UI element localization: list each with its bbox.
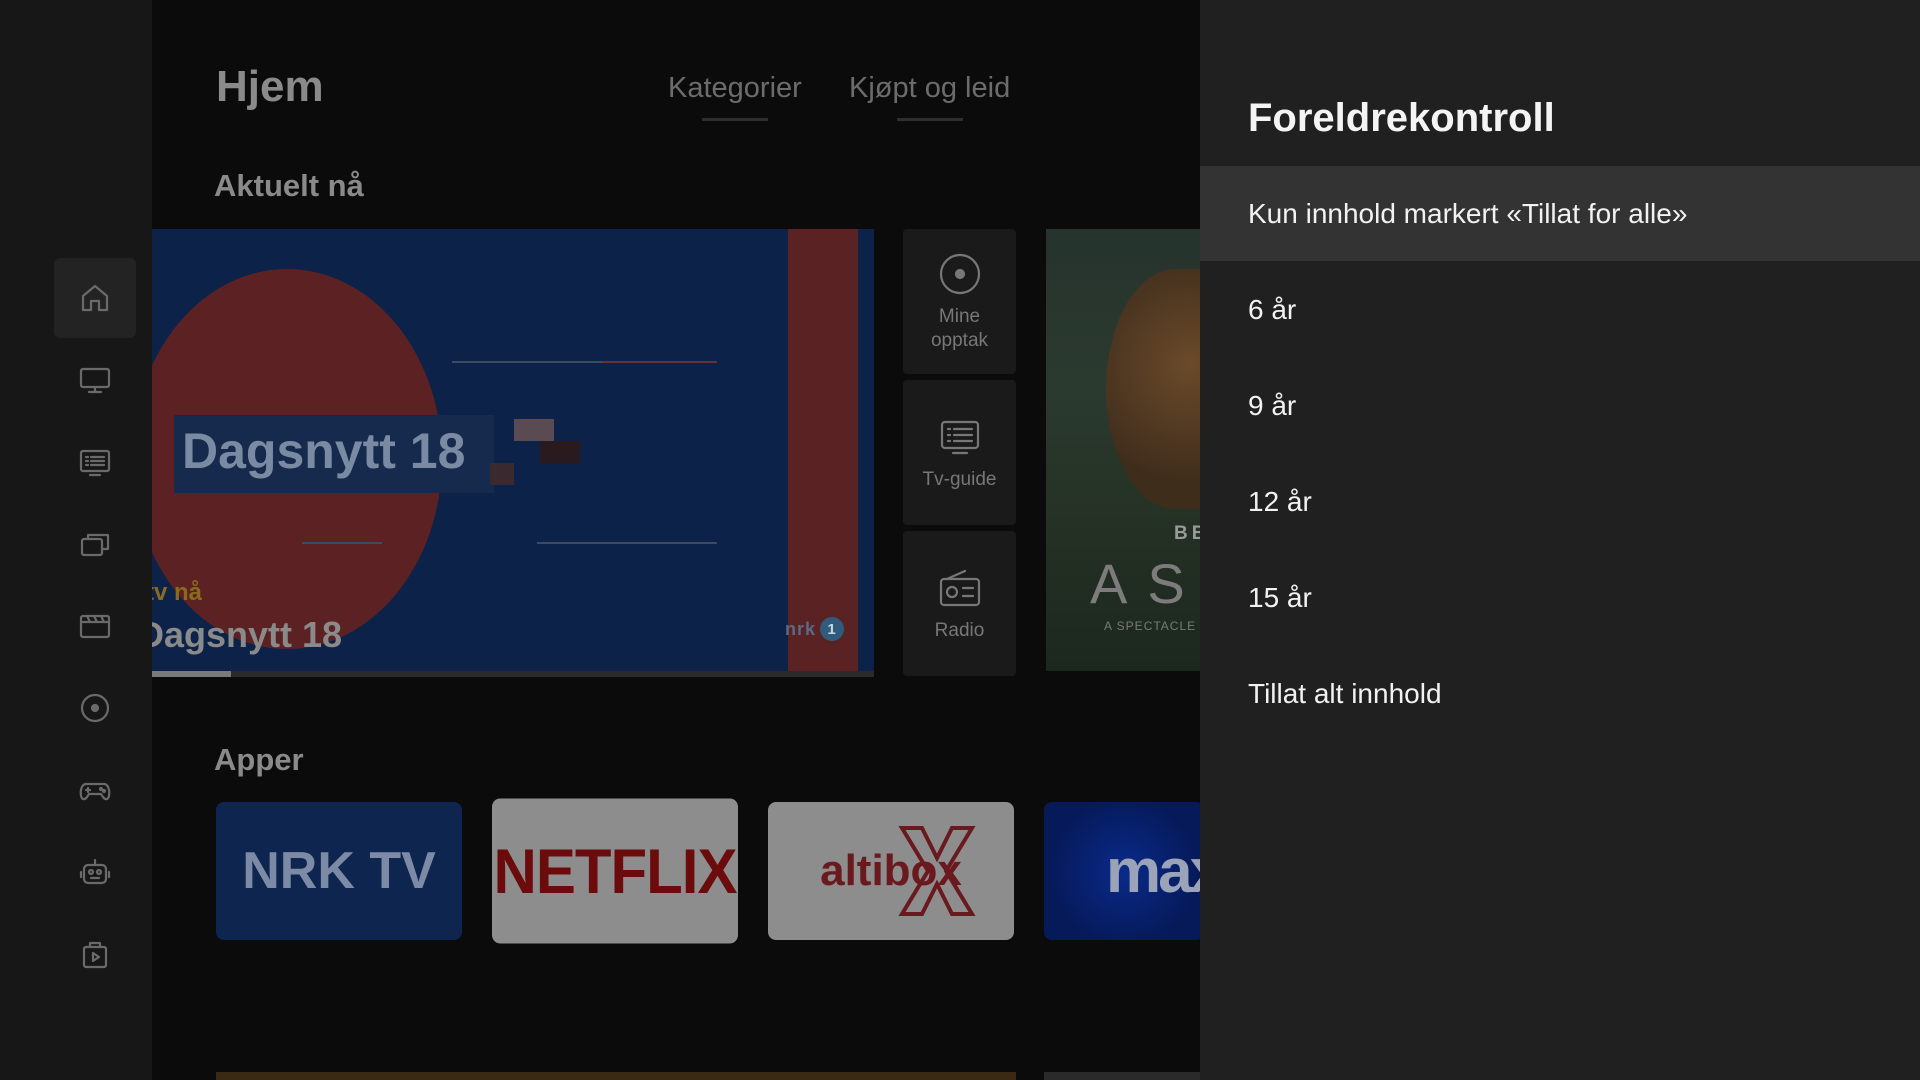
app-logo-text: max [1106,836,1200,906]
app-logo-text: NRK TV [242,842,436,900]
channel-number: 1 [820,617,844,641]
app-logo-text: altibox [820,846,962,895]
option-label: 6 år [1248,293,1297,325]
hero-graphic-line [602,361,717,363]
sidebar-item-home[interactable] [54,258,136,338]
panel-title: Foreldrekontroll [1248,96,1555,140]
tv-guide-icon [79,449,111,477]
sidebar-item-store[interactable] [54,914,136,994]
shortcut-my-recordings[interactable]: Mine opptak [903,229,1016,374]
shortcut-radio[interactable]: Radio [903,531,1016,676]
radio-icon [939,569,980,606]
page-title: Hjem [216,62,324,111]
option-age-6[interactable]: 6 år [1200,262,1920,357]
tv-icon [79,367,111,394]
robot-icon [79,858,111,885]
channel-logo: nrk 1 [785,617,844,641]
hero-graphic-glitch [514,419,554,441]
sidebar-item-movies[interactable] [54,586,136,666]
option-age-15[interactable]: 15 år [1200,550,1920,645]
option-label: Kun innhold markert «Tillat for alle» [1248,197,1688,229]
sidebar-item-games[interactable] [54,750,136,830]
hero-graphic-line [302,542,382,544]
recording-icon [80,693,110,723]
program-title: Dagsnytt 18 [152,614,343,655]
promo-title: AS [1090,552,1200,615]
sidebar-item-recordings[interactable] [54,668,136,748]
hero-graphic-line [537,542,717,544]
parental-control-panel: Foreldrekontroll Kun innhold markert «Ti… [1200,0,1920,1080]
option-allow-all[interactable]: Tillat alt innhold [1200,646,1920,741]
app-nrk-tv[interactable]: NRK TV [216,802,462,940]
section-title-current: Aktuelt nå [214,168,364,203]
promo-image-tiger [1106,269,1200,509]
home-screen: Hjem Kategorier Kjøpt og leid Aktuelt nå… [152,0,1200,1080]
shortcut-label: Radio [934,619,985,641]
sidebar-item-kids[interactable] [54,832,136,912]
shortcut-label: Mine opptak [930,305,989,351]
app-altibox[interactable]: altibox [768,802,1014,940]
option-label: 9 år [1248,389,1297,421]
hero-graphic-glitch [490,463,514,485]
app-max[interactable]: max [1044,802,1200,940]
option-age-12[interactable]: 12 år [1200,454,1920,549]
tab-underline [896,118,963,121]
sidebar-item-tv-guide[interactable] [54,422,136,502]
tab-label: Kategorier [668,72,802,104]
next-row-preview [1044,1072,1200,1080]
program-progress-fill [152,671,232,677]
shortcut-tv-guide[interactable]: Tv-guide [903,380,1016,525]
home-icon [81,284,109,312]
library-icon [80,533,110,557]
hero-graphic-line [452,361,602,363]
hero-graphic-bar [788,229,858,671]
tab-underline [701,118,768,121]
app-logo-text: NETFLIX [493,835,738,907]
sidebar-item-library[interactable] [54,504,136,584]
option-all-ages[interactable]: Kun innhold markert «Tillat for alle» [1200,166,1920,261]
featured-program-card[interactable]: Dagsnytt 18 tv nå Dagsnytt 18 nrk 1 [152,229,874,671]
sidebar-item-tv[interactable] [54,340,136,420]
option-label: Tillat alt innhold [1248,677,1442,709]
tab-categories[interactable]: Kategorier [668,72,802,121]
promo-card[interactable]: BBC AS A SPECTACLE L [1046,229,1200,671]
play-bag-icon [82,941,108,969]
movie-icon [79,614,111,639]
section-title-apps: Apper [214,742,304,777]
option-label: 12 år [1248,485,1312,517]
gamepad-icon [79,782,111,801]
tab-purchased-rented[interactable]: Kjøpt og leid [849,72,1011,121]
program-progress-bar [152,671,874,677]
promo-tagline: A SPECTACLE L [1104,619,1200,633]
shortcut-label: Tv-guide [922,468,997,490]
live-label: tv nå [152,579,203,606]
option-label: 15 år [1248,581,1312,613]
tab-label: Kjøpt og leid [849,72,1011,104]
option-age-9[interactable]: 9 år [1200,358,1920,453]
channel-name: nrk [784,618,816,639]
app-netflix[interactable]: NETFLIX [492,798,738,944]
hero-graphic-glitch [540,441,580,463]
recording-icon [939,253,980,294]
hero-banner-title: Dagsnytt 18 [182,423,466,479]
tv-guide-icon [940,420,979,454]
next-row-preview [216,1072,1016,1080]
sidebar [0,0,152,1080]
promo-brand: BBC [1174,523,1200,544]
